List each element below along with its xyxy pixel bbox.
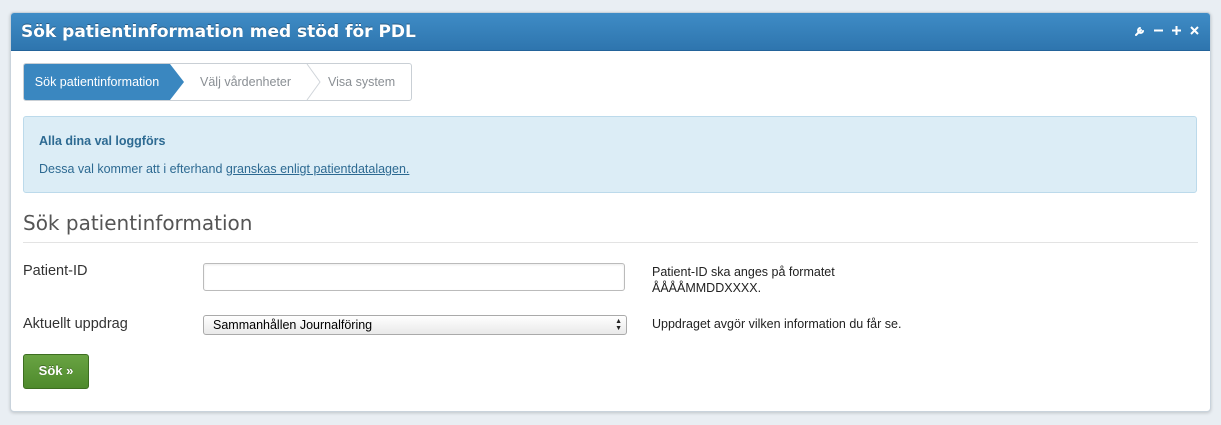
maximize-icon[interactable] — [1171, 21, 1182, 39]
step-show-systems[interactable]: Visa system — [328, 64, 395, 100]
info-heading: Alla dina val loggförs — [39, 134, 166, 148]
portlet-window: Sök patientinformation med stöd för PDL … — [10, 12, 1211, 412]
patient-id-label: Patient-ID — [23, 263, 88, 279]
step-search-patient[interactable]: Sök patientinformation — [24, 64, 170, 100]
assignment-select[interactable]: Sammanhållen Journalföring ▲ ▼ — [203, 315, 627, 335]
info-alert: Alla dina val loggförs Dessa val kommer … — [23, 116, 1197, 193]
assignment-label: Aktuellt uppdrag — [23, 316, 128, 332]
minimize-icon[interactable] — [1153, 21, 1164, 39]
step-select-care-units[interactable]: Välj vårdenheter — [200, 64, 291, 100]
close-icon[interactable] — [1189, 21, 1200, 39]
step-separator — [306, 64, 321, 100]
patient-id-input[interactable] — [203, 263, 625, 291]
search-button[interactable]: Sök » — [23, 354, 89, 389]
assignment-help: Uppdraget avgör vilken information du få… — [652, 317, 902, 331]
section-title: Sök patientinformation — [23, 211, 253, 235]
patient-id-help-line2: ÅÅÅÅMMDDXXXX. — [652, 281, 762, 295]
window-title: Sök patientinformation med stöd för PDL — [21, 22, 416, 42]
wrench-icon[interactable] — [1135, 21, 1146, 39]
step-active-arrow — [170, 64, 184, 100]
wizard-steps: Sök patientinformation Välj vårdenheter … — [23, 63, 412, 101]
window-controls — [1135, 21, 1200, 39]
info-body-text: Dessa val kommer att i efterhand — [39, 162, 223, 176]
assignment-selected-value: Sammanhållen Journalföring — [213, 318, 373, 332]
title-bar: Sök patientinformation med stöd för PDL — [11, 13, 1210, 51]
patient-id-help: Patient-ID ska anges på formatet ÅÅÅÅMMD… — [652, 264, 835, 296]
patient-id-help-line1: Patient-ID ska anges på formatet — [652, 265, 835, 279]
info-text: Dessa val kommer att i efterhand granska… — [39, 162, 409, 176]
pdl-review-link[interactable]: granskas enligt patientdatalagen. — [226, 162, 409, 176]
section-divider — [23, 242, 1198, 243]
select-arrows-icon: ▲ ▼ — [615, 318, 622, 332]
